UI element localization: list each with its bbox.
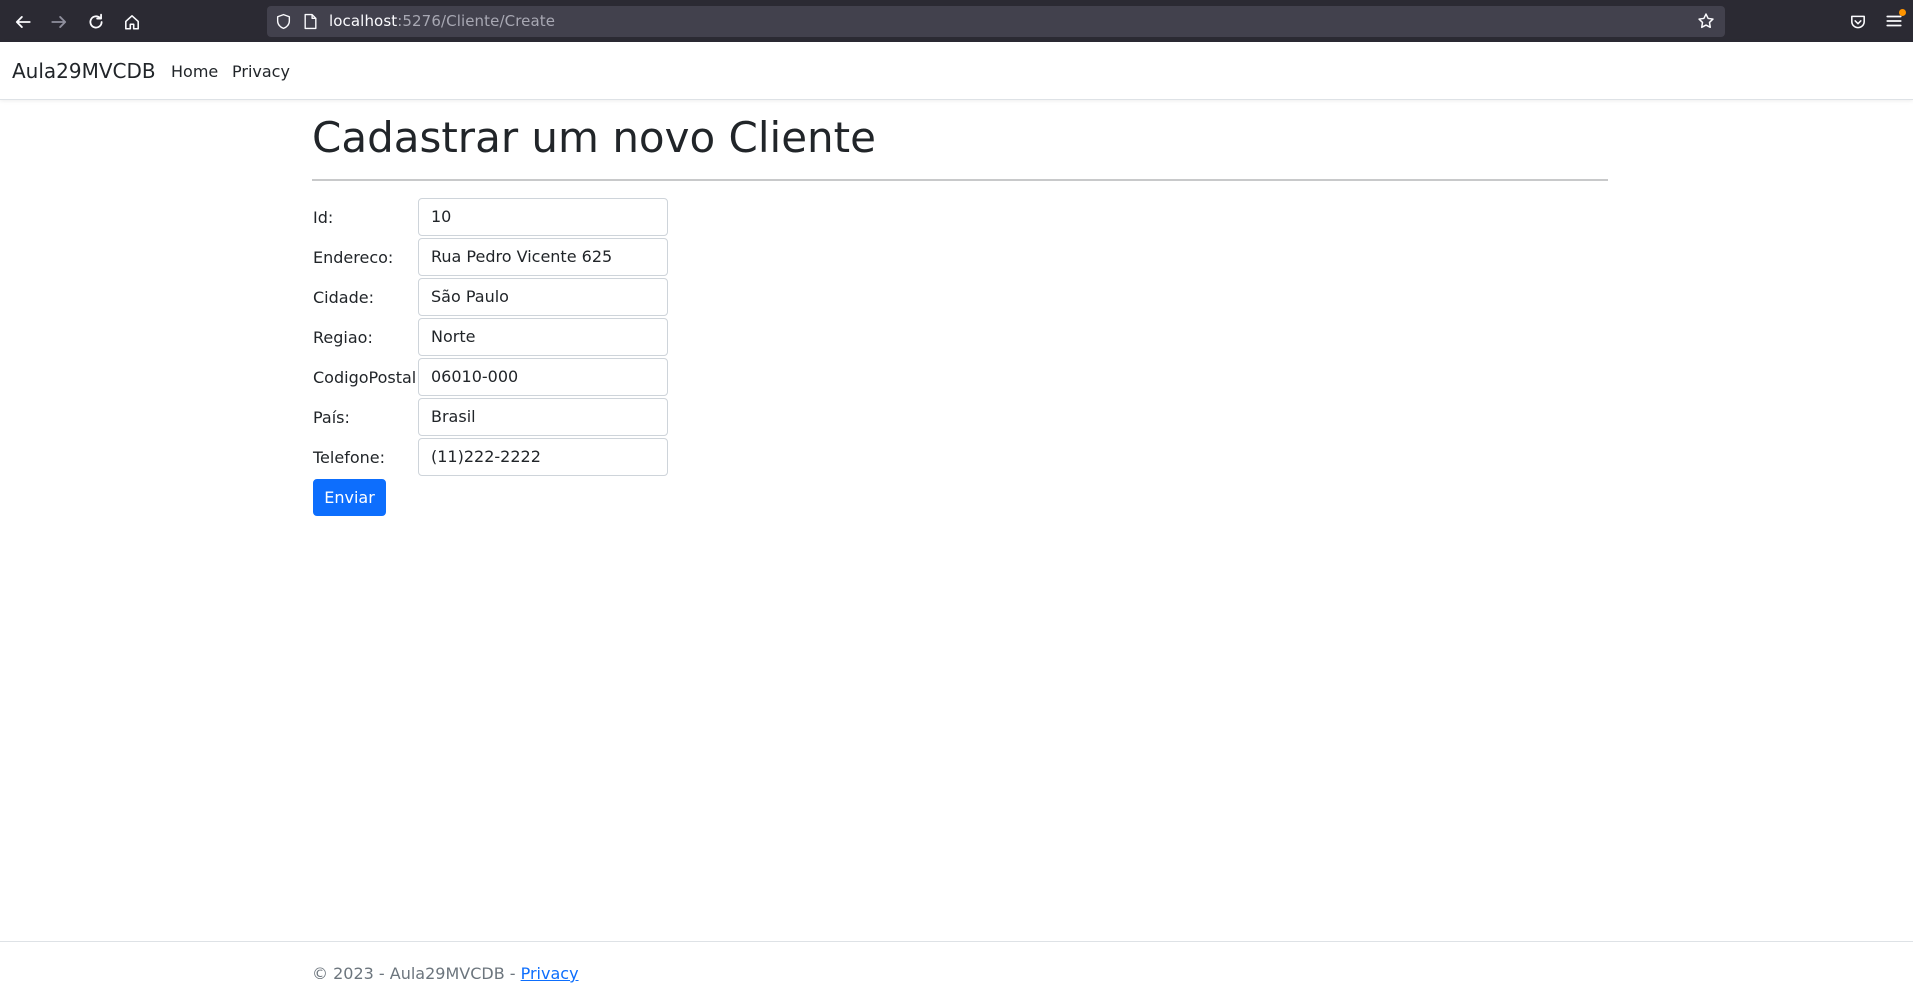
reload-icon[interactable] [84,10,108,34]
back-arrow-icon[interactable] [11,10,35,34]
endereco-label: Endereco: [313,248,394,267]
browser-toolbar: localhost:5276/Cliente/Create [0,0,1913,42]
telefone-label: Telefone: [313,448,385,467]
url-host: localhost [329,12,398,30]
brand-link[interactable]: Aula29MVCDB [12,59,156,83]
update-badge [1899,9,1906,16]
telefone-input[interactable]: (11)222-2222 [418,438,668,476]
title-divider [312,179,1608,181]
page-title: Cadastrar um novo Cliente [312,113,876,162]
nav-link-home[interactable]: Home [171,62,218,81]
endereco-input[interactable]: Rua Pedro Vicente 625 [418,238,668,276]
cidade-label: Cidade: [313,288,374,307]
form-row-regiao: Regiao: Norte [312,318,712,358]
url-path: :5276/Cliente/Create [397,12,556,30]
enviar-button[interactable]: Enviar [313,479,386,516]
footer-copyright: © 2023 - Aula29MVCDB - [312,964,521,983]
shield-icon[interactable] [275,13,292,30]
pocket-icon[interactable] [1849,13,1867,31]
star-icon[interactable] [1697,12,1715,30]
forward-arrow-icon[interactable] [47,10,71,34]
form-row-id: Id: 10 [312,198,712,238]
pais-input[interactable]: Brasil [418,398,668,436]
footer-privacy-link[interactable]: Privacy [521,964,579,983]
footer-text: © 2023 - Aula29MVCDB - Privacy [312,964,579,983]
page-icon[interactable] [303,13,318,30]
home-icon[interactable] [120,10,144,34]
form-row-cidade: Cidade: São Paulo [312,278,712,318]
form-row-pais: País: Brasil [312,398,712,438]
nav-link-privacy[interactable]: Privacy [232,62,290,81]
regiao-label: Regiao: [313,328,373,347]
pais-label: País: [313,408,350,427]
codigo-postal-label: CodigoPostal: [313,368,422,387]
url-text[interactable]: localhost:5276/Cliente/Create [329,12,555,30]
form-row-telefone: Telefone: (11)222-2222 [312,438,712,478]
footer: © 2023 - Aula29MVCDB - Privacy [0,941,1913,994]
cidade-input[interactable]: São Paulo [418,278,668,316]
url-bar[interactable]: localhost:5276/Cliente/Create [267,6,1725,37]
form-row-endereco: Endereco: Rua Pedro Vicente 625 [312,238,712,278]
app-navbar: Aula29MVCDB Home Privacy [0,42,1913,100]
form-row-codigo-postal: CodigoPostal: 06010-000 [312,358,712,398]
id-label: Id: [313,208,334,227]
id-input[interactable]: 10 [418,198,668,236]
regiao-input[interactable]: Norte [418,318,668,356]
codigo-postal-input[interactable]: 06010-000 [418,358,668,396]
